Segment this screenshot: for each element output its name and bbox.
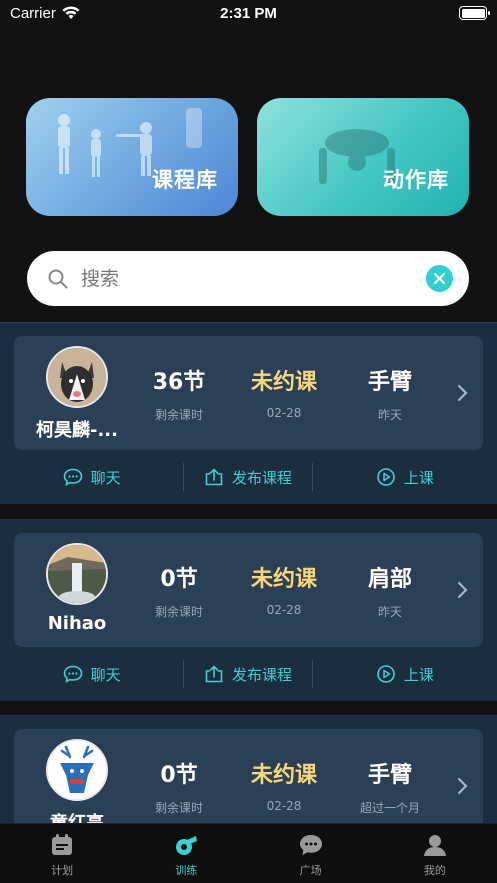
status-value: 未约课: [250, 370, 317, 395]
search-input[interactable]: [81, 267, 426, 290]
play-icon: [377, 665, 395, 683]
student-card[interactable]: 柯昊麟-... 36节 剩余课时 未约课 02-28 手臂 昨天: [14, 336, 483, 450]
search-icon: [48, 269, 68, 288]
tab-label: 我的: [423, 864, 446, 877]
start-class-label: 上课: [403, 665, 434, 684]
whistle-icon: [176, 836, 198, 855]
publish-course-button[interactable]: 发布课程: [184, 467, 311, 488]
chat-label: 聊天: [90, 468, 121, 487]
student-name: Nihao: [47, 613, 107, 634]
student-block: 柯昊麟-... 36节 剩余课时 未约课 02-28 手臂 昨天 聊天 发布课程: [0, 322, 497, 504]
chat-icon: [63, 665, 82, 683]
publish-course-button[interactable]: 发布课程: [184, 664, 311, 685]
booking-status: 未约课 02-28: [234, 561, 334, 617]
chat-bubble-icon: [299, 835, 322, 855]
waterfall-avatar: [48, 545, 106, 603]
start-class-button[interactable]: 上课: [313, 467, 497, 488]
action-library-label: 动作库: [383, 168, 449, 192]
play-icon: [377, 468, 395, 486]
deer-avatar: [48, 741, 106, 799]
chat-button[interactable]: 聊天: [0, 664, 183, 685]
chat-icon: [63, 468, 82, 486]
body-part-value: 肩部: [367, 567, 412, 592]
chat-label: 聊天: [90, 665, 121, 684]
chevron-right-icon: [457, 777, 468, 795]
remaining-value: 0节: [160, 763, 198, 788]
battery-icon: [459, 6, 490, 20]
last-body-part: 手臂 超过一个月: [340, 757, 440, 816]
tab-bar: 计划 训练 广场 我的: [0, 823, 497, 883]
remaining-value: 36节: [152, 370, 206, 395]
student-card[interactable]: Nihao 0节 剩余课时 未约课 02-28 肩部 昨天: [14, 533, 483, 647]
tab-label: 计划: [51, 864, 74, 877]
student-block: Nihao 0节 剩余课时 未约课 02-28 肩部 昨天 聊天 发布课程 上课: [0, 519, 497, 701]
upload-icon: [205, 665, 223, 683]
course-library-card[interactable]: 课程库: [26, 98, 238, 216]
wifi-icon: [62, 6, 80, 19]
booking-status: 未约课 02-28: [234, 364, 334, 420]
remaining-lessons: 0节 剩余课时: [129, 757, 229, 816]
status-date: 02-28: [266, 603, 302, 617]
remaining-lessons: 0节 剩余课时: [129, 561, 229, 620]
body-part-value: 手臂: [367, 370, 412, 395]
remaining-lessons: 36节 剩余课时: [129, 364, 229, 423]
course-library-label: 课程库: [152, 168, 218, 192]
status-date: 02-28: [266, 799, 302, 813]
booking-status: 未约课 02-28: [234, 757, 334, 813]
publish-label: 发布课程: [232, 665, 293, 684]
publish-label: 发布课程: [232, 468, 293, 487]
remaining-label: 剩余课时: [154, 408, 203, 422]
tab-label: 广场: [299, 864, 322, 877]
start-class-label: 上课: [403, 468, 434, 487]
remaining-value: 0节: [160, 567, 198, 592]
avatar: [46, 346, 108, 408]
search-bar: [27, 251, 469, 306]
start-class-button[interactable]: 上课: [313, 664, 497, 685]
status-value: 未约课: [250, 763, 317, 788]
body-part-value: 手臂: [367, 763, 412, 788]
tab-training[interactable]: 训练: [124, 824, 248, 883]
tab-me[interactable]: 我的: [373, 824, 497, 883]
dog-avatar: [48, 348, 106, 406]
avatar: [46, 739, 108, 801]
body-part-time: 昨天: [377, 408, 402, 422]
action-row: 聊天 发布课程 上课: [0, 461, 497, 493]
user-icon: [423, 835, 446, 856]
upload-icon: [205, 468, 223, 486]
tab-plan[interactable]: 计划: [0, 824, 124, 883]
status-value: 未约课: [250, 567, 317, 592]
student-name: 柯昊麟-...: [36, 420, 118, 441]
chevron-right-icon: [457, 581, 468, 599]
chevron-right-icon: [457, 384, 468, 402]
carrier-label: Carrier: [10, 4, 56, 22]
tab-label: 训练: [175, 864, 198, 877]
calendar-icon: [52, 834, 73, 855]
tab-square[interactable]: 广场: [249, 824, 373, 883]
status-date: 02-28: [266, 406, 302, 420]
clear-button[interactable]: [426, 265, 453, 292]
body-part-time: 昨天: [377, 605, 402, 619]
close-icon: [433, 272, 446, 285]
last-body-part: 手臂 昨天: [340, 364, 440, 423]
status-bar: Carrier 2:31 PM: [0, 0, 497, 26]
remaining-label: 剩余课时: [154, 605, 203, 619]
chat-button[interactable]: 聊天: [0, 467, 183, 488]
action-library-card[interactable]: 动作库: [257, 98, 469, 216]
action-row: 聊天 发布课程 上课: [0, 658, 497, 690]
body-part-time: 超过一个月: [359, 801, 420, 815]
remaining-label: 剩余课时: [154, 801, 203, 815]
avatar: [46, 543, 108, 605]
last-body-part: 肩部 昨天: [340, 561, 440, 620]
